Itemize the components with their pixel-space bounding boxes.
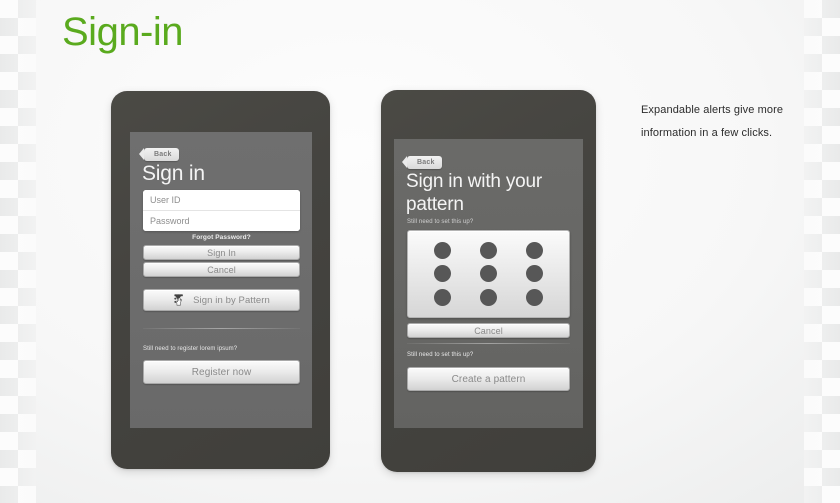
pattern-subtitle: Still need to set this up?: [407, 219, 474, 225]
pattern-dot[interactable]: [525, 265, 543, 283]
forgot-password-link[interactable]: Forgot Password?: [143, 233, 300, 243]
back-button-label: Back: [139, 148, 179, 161]
sign-in-by-pattern-button[interactable]: Sign in by Pattern: [143, 289, 300, 311]
phone-one-screen: Back Sign in User ID Password Forgot Pas…: [130, 132, 312, 428]
pattern-dot[interactable]: [479, 288, 497, 306]
phone-two-screen: Back Sign in with your pattern Still nee…: [394, 139, 583, 428]
pattern-dot[interactable]: [434, 265, 452, 283]
page-title: Sign-in: [62, 10, 184, 54]
screenshot-canvas: Sign-in Back Sign in User ID Password Fo…: [0, 0, 840, 503]
section-divider: [407, 343, 570, 344]
cancel-button[interactable]: Cancel: [143, 262, 300, 277]
pattern-dot[interactable]: [479, 242, 497, 260]
pattern-dot[interactable]: [479, 265, 497, 283]
transparency-checker-left: [0, 0, 36, 503]
sign-in-by-pattern-label: Sign in by Pattern: [193, 294, 270, 306]
register-now-button[interactable]: Register now: [143, 360, 300, 384]
back-button-phone-one[interactable]: Back: [139, 143, 179, 161]
section-divider: [143, 328, 300, 329]
back-button-phone-two[interactable]: Back: [402, 151, 442, 169]
hand-pattern-icon: [173, 293, 188, 308]
pattern-dot[interactable]: [434, 288, 452, 306]
pattern-dot[interactable]: [434, 242, 452, 260]
sign-in-button[interactable]: Sign In: [143, 245, 300, 260]
pattern-cancel-button[interactable]: Cancel: [407, 323, 570, 338]
password-field[interactable]: Password: [143, 210, 300, 231]
phone-mockup-sign-in: Back Sign in User ID Password Forgot Pas…: [111, 91, 330, 469]
create-pattern-hint-text: Still need to set this up?: [407, 352, 474, 358]
credentials-field-group: User ID Password: [143, 190, 300, 231]
phone-mockup-pattern: Back Sign in with your pattern Still nee…: [381, 90, 596, 472]
create-a-pattern-button[interactable]: Create a pattern: [407, 367, 570, 391]
pattern-grid[interactable]: [407, 230, 570, 318]
register-hint-text: Still need to register lorem ipsum?: [143, 346, 238, 352]
pattern-heading: Sign in with your pattern: [406, 171, 543, 215]
annotation-text: Expandable alerts give more information …: [641, 104, 784, 139]
pattern-dot[interactable]: [525, 288, 543, 306]
transparency-checker-right: [804, 0, 840, 503]
user-id-field[interactable]: User ID: [143, 190, 300, 210]
sign-in-heading: Sign in: [142, 162, 205, 185]
pattern-dot[interactable]: [525, 242, 543, 260]
back-button-label: Back: [402, 156, 442, 169]
